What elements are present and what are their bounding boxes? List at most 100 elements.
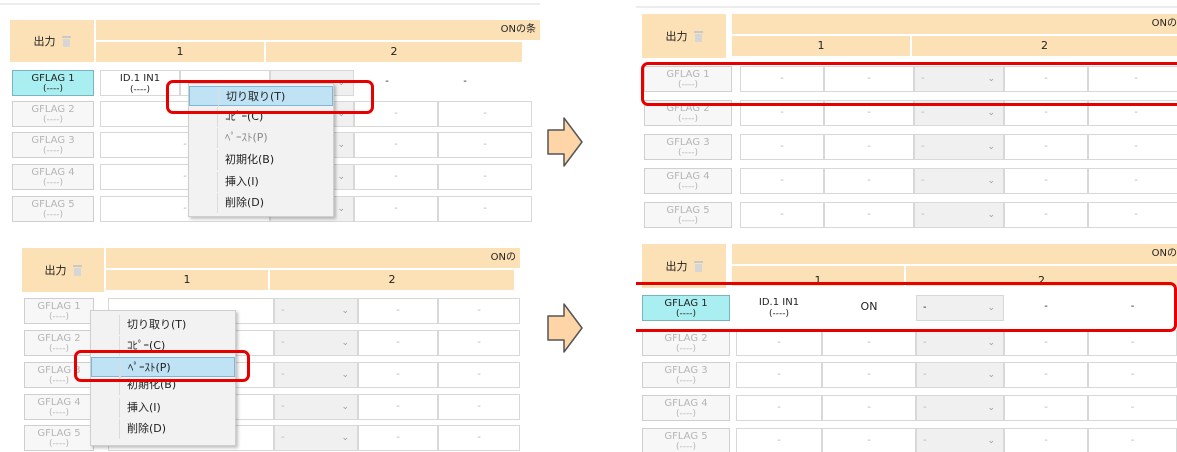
gflag-button[interactable]: GFLAG 5 (----)	[642, 428, 730, 452]
value-cell[interactable]: -	[1088, 428, 1177, 452]
value-cell[interactable]: -	[1088, 395, 1177, 421]
menu-item-delete[interactable]: 削除(D)	[91, 419, 235, 439]
value-cell[interactable]: -	[438, 425, 520, 451]
on-cell[interactable]: -	[822, 330, 916, 356]
condition-cell[interactable]: -	[736, 330, 822, 356]
menu-item-init[interactable]: 初期化(B)	[189, 150, 333, 170]
value-cell[interactable]: -	[438, 362, 520, 388]
value-cell[interactable]: -	[1004, 134, 1088, 160]
gflag-button[interactable]: GFLAG 4 (----)	[644, 168, 732, 194]
condition-cell[interactable]: -	[740, 134, 824, 160]
condition-select[interactable]: -⌄	[914, 168, 1004, 194]
value-cell[interactable]: -	[438, 132, 532, 158]
on-cell[interactable]: -	[822, 362, 916, 388]
value-cell[interactable]: -	[438, 164, 532, 190]
condition-select[interactable]: -⌄	[914, 134, 1004, 160]
output-header: 出力	[10, 20, 94, 62]
on-cell[interactable]: -	[824, 168, 914, 194]
chevron-down-icon: ⌄	[987, 370, 995, 380]
condition-cell[interactable]: -	[740, 202, 824, 228]
gflag-button[interactable]: GFLAG 5 (----)	[24, 425, 94, 451]
trash-icon[interactable]	[693, 260, 703, 272]
value-cell[interactable]: -	[358, 425, 438, 451]
condition-select[interactable]: -⌄	[914, 202, 1004, 228]
chevron-down-icon: ⌄	[987, 436, 995, 446]
condition-select[interactable]: -⌄	[274, 298, 358, 324]
value-cell[interactable]: -	[438, 298, 520, 324]
divider	[0, 3, 540, 5]
divider	[636, 6, 1177, 8]
value-cell[interactable]: -	[358, 394, 438, 420]
output-label: 出力	[44, 264, 67, 277]
on-cell[interactable]: -	[824, 134, 914, 160]
menu-item-cut[interactable]: 切り取り(T)	[91, 315, 235, 335]
menu-item-paste[interactable]: ﾍﾟｰｽﾄ(P)	[189, 128, 333, 148]
condition-cell[interactable]: -	[736, 428, 822, 452]
chevron-down-icon: ⌄	[341, 402, 349, 412]
gflag-button[interactable]: GFLAG 4 (----)	[642, 395, 730, 421]
value-cell[interactable]: -	[358, 330, 438, 356]
condition-select[interactable]: -⌄	[274, 425, 358, 451]
on-cell[interactable]: -	[822, 428, 916, 452]
on-cell[interactable]: -	[824, 202, 914, 228]
condition-select[interactable]: -⌄	[274, 330, 358, 356]
gflag-button[interactable]: GFLAG 3 (----)	[644, 134, 732, 160]
menu-item-insert[interactable]: 挿入(I)	[189, 172, 333, 192]
value-cell[interactable]: -	[438, 101, 532, 127]
condition-cell[interactable]: -	[736, 395, 822, 421]
value-cell[interactable]: -	[438, 330, 520, 356]
table-row: GFLAG 5 (----) - - - ⌄ - -	[644, 202, 1177, 228]
condition-select[interactable]: -⌄	[274, 394, 358, 420]
condition-select[interactable]: -⌄	[916, 395, 1004, 421]
value-cell[interactable]: -	[358, 362, 438, 388]
value-cell[interactable]: -	[354, 132, 438, 158]
value-cell[interactable]: -	[1088, 134, 1177, 160]
value-cell[interactable]: -	[358, 298, 438, 324]
condition-select[interactable]: -⌄	[916, 362, 1004, 388]
condition-select[interactable]: -⌄	[916, 330, 1004, 356]
trash-icon[interactable]	[693, 30, 703, 42]
condition-select[interactable]: -⌄	[274, 362, 358, 388]
gflag-button[interactable]: GFLAG 4 (----)	[24, 394, 94, 420]
gflag-button[interactable]: GFLAG 1 (----)	[12, 70, 94, 96]
gflag-button[interactable]: GFLAG 5 (----)	[644, 202, 732, 228]
chevron-down-icon: ⌄	[341, 338, 349, 348]
value-cell[interactable]: -	[1004, 330, 1088, 356]
value-cell[interactable]: -	[1088, 168, 1177, 194]
value-cell[interactable]: -	[1004, 395, 1088, 421]
gflag-button[interactable]: GFLAG 1 (----)	[24, 298, 94, 324]
value-cell[interactable]: -	[438, 196, 532, 222]
value-cell[interactable]: -	[1088, 362, 1177, 388]
on-label: ONの	[490, 252, 516, 263]
condition-select[interactable]: -⌄	[916, 428, 1004, 452]
value-cell[interactable]: -	[1004, 202, 1088, 228]
value-cell[interactable]: -	[1088, 202, 1177, 228]
trash-icon[interactable]	[72, 264, 82, 276]
chevron-down-icon: ⌄	[337, 140, 345, 150]
gflag-button[interactable]: GFLAG 2 (----)	[12, 101, 94, 127]
gflag-button[interactable]: GFLAG 5 (----)	[12, 196, 94, 222]
on-cell[interactable]: -	[822, 395, 916, 421]
gflag-button[interactable]: GFLAG 3 (----)	[12, 132, 94, 158]
chevron-down-icon: ⌄	[337, 204, 345, 214]
column-1-header: 1	[732, 36, 910, 56]
output-label: 出力	[33, 35, 56, 48]
menu-item-delete[interactable]: 削除(D)	[189, 193, 333, 213]
value-cell[interactable]: -	[1004, 362, 1088, 388]
value-cell[interactable]: -	[432, 70, 498, 96]
gflag-button[interactable]: GFLAG 4 (----)	[12, 164, 94, 190]
condition-cell[interactable]: -	[736, 362, 822, 388]
value-cell[interactable]: -	[354, 164, 438, 190]
gflag-button[interactable]: GFLAG 2 (----)	[642, 330, 730, 356]
condition-cell[interactable]: -	[740, 168, 824, 194]
value-cell[interactable]: -	[438, 394, 520, 420]
gflag-button[interactable]: GFLAG 3 (----)	[642, 362, 730, 388]
chevron-down-icon: ⌄	[341, 306, 349, 316]
value-cell[interactable]: -	[1088, 330, 1177, 356]
value-cell[interactable]: -	[1004, 428, 1088, 452]
menu-item-insert[interactable]: 挿入(I)	[91, 398, 235, 418]
trash-icon[interactable]	[61, 35, 71, 47]
value-cell[interactable]: -	[1004, 168, 1088, 194]
value-cell[interactable]: -	[354, 196, 438, 222]
chevron-down-icon: ⌄	[987, 210, 995, 220]
